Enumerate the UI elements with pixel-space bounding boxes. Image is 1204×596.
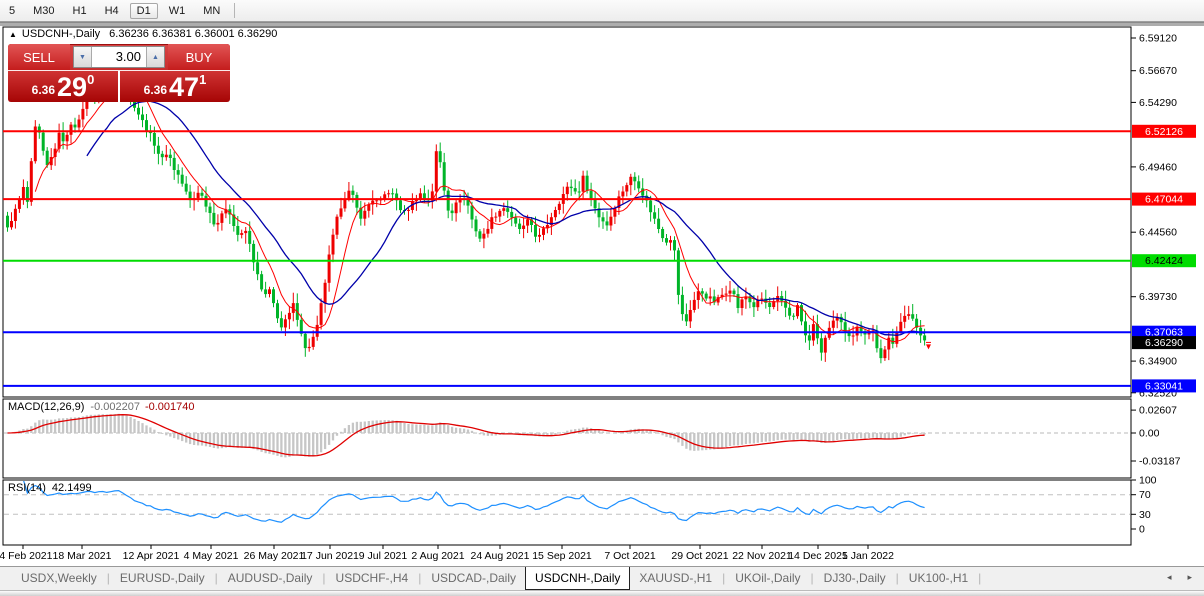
volume-spinner: ▼ 3.00 ▲ [73,46,165,68]
volume-field[interactable]: 3.00 [92,47,146,67]
rsi-caption: RSI(14) 42.1499 [8,482,92,494]
timeframe-toolbar: 5 M30 H1 H4 D1 W1 MN [0,0,1204,22]
trade-panel-top-row: SELL ▼ 3.00 ▲ BUY [8,44,230,71]
timeframe-button-5[interactable]: 5 [2,3,22,19]
svg-text:2 Aug 2021: 2 Aug 2021 [411,550,464,562]
one-click-trade-panel: SELL ▼ 3.00 ▲ BUY 6.36 29 0 6.36 47 1 [8,44,230,102]
svg-text:7 Oct 2021: 7 Oct 2021 [604,550,656,562]
svg-text:6.39730: 6.39730 [1139,291,1177,303]
tabs-scroll-right-icon[interactable]: ▸ [1187,572,1192,582]
svg-text:5 Jan 2022: 5 Jan 2022 [842,550,894,562]
svg-text:30: 30 [1139,509,1151,521]
rsi-value: 42.1499 [51,482,92,494]
svg-text:14 Dec 2021: 14 Dec 2021 [788,550,848,562]
svg-text:0.00: 0.00 [1139,428,1160,440]
chart-title: ▲ USDCNH-,Daily 6.36236 6.36381 6.36001 6.… [9,28,277,40]
svg-text:6.36290: 6.36290 [1145,337,1183,349]
timeframe-button-d1[interactable]: D1 [129,2,158,19]
timeframe-button-m30[interactable]: M30 [26,3,61,19]
svg-text:29 Oct 2021: 29 Oct 2021 [671,550,728,562]
svg-text:6.49460: 6.49460 [1139,161,1177,173]
svg-text:-0.03187: -0.03187 [1139,456,1181,468]
chart-tab-audusd-daily[interactable]: AUDUSD-,Daily [219,567,322,589]
svg-text:6.33041: 6.33041 [1145,380,1183,392]
buy-price-big: 47 [169,72,200,102]
sell-price-sup: 0 [87,72,95,87]
collapse-triangle-icon[interactable]: ▲ [9,30,17,39]
chart-tab-eurusd-daily[interactable]: EURUSD-,Daily [111,567,214,589]
tabs-scroll-left-icon[interactable]: ◂ [1167,572,1172,582]
svg-text:6.56670: 6.56670 [1139,65,1177,77]
svg-text:6.59120: 6.59120 [1139,33,1177,45]
macd-label: MACD(12,26,9) [8,401,85,413]
chart-symbol-label: USDCNH-,Daily [21,28,101,40]
status-strip [0,590,1204,596]
buy-button[interactable]: BUY [168,44,230,70]
tab-separator: | [978,571,982,585]
svg-text:9 Jul 2021: 9 Jul 2021 [359,550,408,562]
buy-price-cell[interactable]: 6.36 47 1 [120,71,230,102]
date-axis-labels: 24 Feb 202118 Mar 2021 12 Apr 2021 4 May 2… [0,545,894,562]
price-axis-labels: 6.59120 6.56670 6.54290 6.49460 6.44560 6.397… [1131,33,1181,536]
macd-caption: MACD(12,26,9) -0.002207 -0.001740 [8,401,195,413]
buy-price-small: 6.36 [143,83,168,97]
svg-text:18 Mar 2021: 18 Mar 2021 [53,550,112,562]
sell-button[interactable]: SELL [8,44,70,70]
svg-text:70: 70 [1139,489,1151,501]
timeframe-button-h4[interactable]: H4 [98,3,126,19]
svg-text:0.02607: 0.02607 [1139,405,1177,417]
macd-value-signal: -0.001740 [144,401,195,413]
chart-tab-uk100-h1[interactable]: UK100-,H1 [900,567,977,589]
timeframe-button-w1[interactable]: W1 [162,3,193,19]
svg-text:15 Sep 2021: 15 Sep 2021 [532,550,592,562]
svg-text:22 Nov 2021: 22 Nov 2021 [732,550,792,562]
chart-tab-ukoil-daily[interactable]: UKOil-,Daily [726,567,809,589]
svg-text:6.47044: 6.47044 [1145,194,1183,206]
chart-tabs-bar: USDX,Weekly | EURUSD-,Daily | AUDUSD-,Daily |… [0,566,1204,590]
volume-decrease-button[interactable]: ▼ [74,47,92,67]
svg-text:24 Feb 2021: 24 Feb 2021 [0,550,53,562]
svg-text:6.42424: 6.42424 [1145,255,1183,267]
svg-text:17 Jun 2021: 17 Jun 2021 [301,550,359,562]
macd-value-main: -0.002207 [90,401,140,413]
mt4-window: 5 M30 H1 H4 D1 W1 MN 6.59120 6.56670 6.54290 6.49… [0,0,1204,596]
chart-tab-usdchf-h4[interactable]: USDCHF-,H4 [327,567,418,589]
rsi-label: RSI(14) [8,482,46,494]
svg-text:6.52126: 6.52126 [1145,126,1183,138]
svg-text:6.34900: 6.34900 [1139,356,1177,368]
chart-tab-dj30-daily[interactable]: DJ30-,Daily [815,567,895,589]
svg-text:26 May 2021: 26 May 2021 [244,550,305,562]
chart-ohlc-values: 6.36236 6.36381 6.36001 6.36290 [109,28,278,40]
buy-price-sup: 1 [199,72,207,87]
sell-price-small: 6.36 [31,83,56,97]
svg-text:6.44560: 6.44560 [1139,227,1177,239]
svg-text:4 May 2021: 4 May 2021 [184,550,239,562]
svg-text:12 Apr 2021: 12 Apr 2021 [123,550,180,562]
sell-price-cell[interactable]: 6.36 29 0 [8,71,118,102]
chart-tab-usdcad-daily[interactable]: USDCAD-,Daily [422,567,525,589]
timeframe-button-h1[interactable]: H1 [66,3,94,19]
toolbar-separator [234,3,236,18]
svg-text:24 Aug 2021: 24 Aug 2021 [471,550,530,562]
sell-price-big: 29 [57,72,88,102]
timeframe-button-mn[interactable]: MN [196,3,227,19]
chart-tab-xauusd-h1[interactable]: XAUUSD-,H1 [630,567,721,589]
chart-canvas[interactable]: 6.59120 6.56670 6.54290 6.49460 6.44560 6.397… [0,26,1204,566]
svg-text:100: 100 [1139,475,1157,487]
chart-workspace: 6.59120 6.56670 6.54290 6.49460 6.44560 6.397… [0,26,1204,566]
panel-frames [2,26,1132,546]
trade-panel-price-row: 6.36 29 0 6.36 47 1 [8,71,230,102]
chart-tab-usdcnh-daily[interactable]: USDCNH-,Daily [525,567,631,590]
tab-scroll-arrows: ◂ ▸ [1151,572,1192,583]
svg-text:0: 0 [1139,524,1145,536]
svg-text:6.54290: 6.54290 [1139,97,1177,109]
volume-increase-button[interactable]: ▲ [146,47,164,67]
chart-tab-usdx-weekly[interactable]: USDX,Weekly [12,567,106,589]
